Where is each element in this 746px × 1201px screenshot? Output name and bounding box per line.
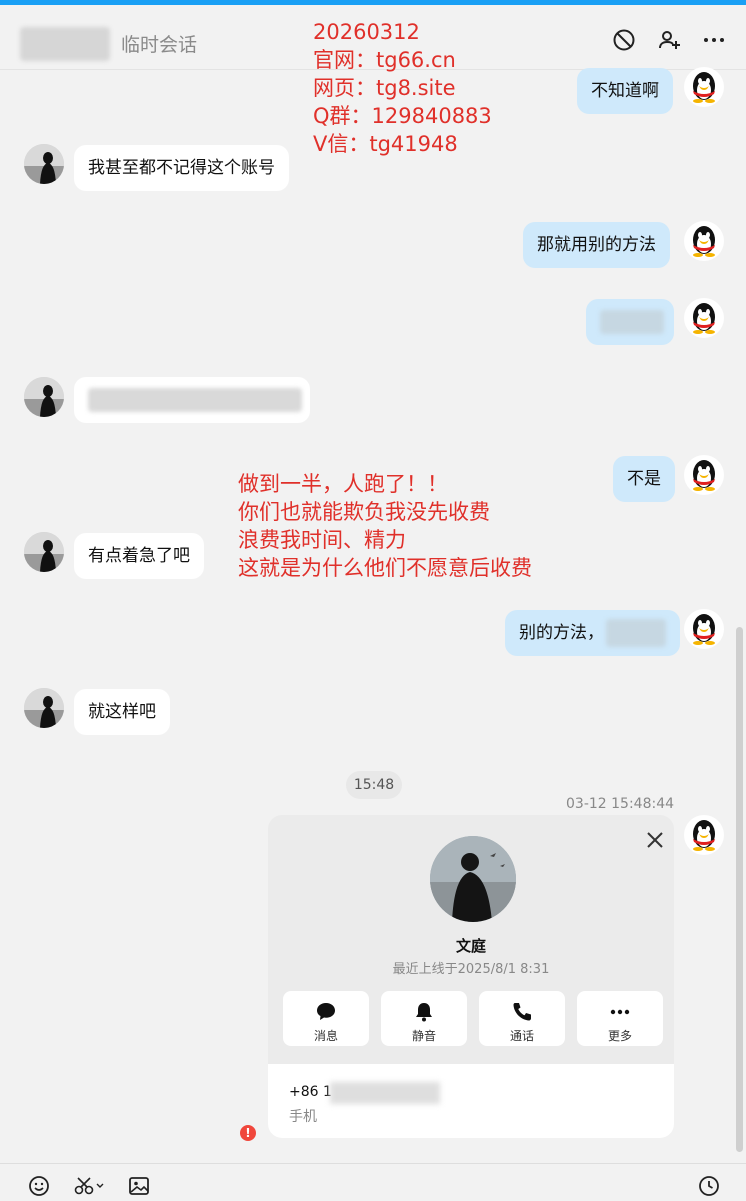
chat-bubble-icon — [283, 999, 369, 1025]
qq-penguin-avatar[interactable] — [684, 609, 724, 649]
qq-penguin-avatar[interactable] — [684, 221, 724, 261]
add-friend-icon[interactable] — [656, 27, 682, 53]
message-bubble-outgoing[interactable]: 别的方法， — [505, 610, 680, 656]
message-text: 不知道啊 — [591, 81, 659, 101]
more-options-icon[interactable] — [701, 27, 727, 53]
message-timestamp: 03-12 15:48:44 — [566, 796, 675, 812]
bell-icon — [381, 999, 467, 1025]
more-dots-icon — [577, 999, 663, 1025]
input-toolbar — [0, 1163, 746, 1201]
annotation-line: 做到一半，人跑了！！ — [238, 472, 448, 496]
scrollbar[interactable] — [736, 627, 743, 1152]
contact-phone-row[interactable]: +86 1 手机 — [268, 1064, 674, 1138]
mute-button[interactable]: 静音 — [381, 991, 467, 1046]
annotation-line: 浪费我时间、精力 — [238, 528, 406, 552]
redacted-content — [606, 619, 666, 647]
send-failed-icon[interactable]: ! — [240, 1125, 256, 1141]
watermark-line: 20260312 — [313, 20, 420, 44]
message-button[interactable]: 消息 — [283, 991, 369, 1046]
contact-avatar[interactable] — [24, 377, 64, 417]
message-bubble-outgoing-redacted[interactable] — [586, 299, 674, 345]
message-text: 不是 — [627, 469, 661, 489]
contact-avatar[interactable] — [24, 688, 64, 728]
message-text: 有点着急了吧 — [88, 546, 190, 566]
phone-number: +86 1 — [289, 1084, 332, 1100]
watermark-line: V信：tg41948 — [313, 132, 458, 156]
qq-penguin-avatar[interactable] — [684, 298, 724, 338]
watermark-line: Q群：129840883 — [313, 104, 492, 128]
call-button-label: 通话 — [509, 1029, 534, 1043]
more-button-label: 更多 — [607, 1029, 632, 1043]
time-divider: 15:48 — [346, 771, 402, 799]
contact-card-name: 文庭 — [455, 937, 486, 955]
phone-icon — [479, 999, 565, 1025]
message-bubble-incoming[interactable]: 就这样吧 — [74, 689, 170, 735]
more-button[interactable]: 更多 — [577, 991, 663, 1046]
qq-penguin-avatar[interactable] — [684, 67, 724, 107]
message-bubble-outgoing[interactable]: 不知道啊 — [577, 68, 673, 114]
contact-card[interactable]: 文庭 最近上线于2025/8/1 8:31 消息 静音 通话 更多 +86 1 … — [268, 815, 674, 1138]
call-button[interactable]: 通话 — [479, 991, 565, 1046]
phone-label: 手机 — [289, 1109, 317, 1125]
message-text: 那就用别的方法 — [537, 235, 656, 255]
message-bubble-outgoing[interactable]: 那就用别的方法 — [523, 222, 670, 268]
annotation-line: 你们也就能欺负我没先收费 — [238, 500, 490, 524]
contact-name-redacted — [20, 27, 110, 61]
message-text: 就这样吧 — [88, 702, 156, 722]
qq-penguin-avatar[interactable] — [684, 815, 724, 855]
annotation-note: 做到一半，人跑了！！ 你们也就能欺负我没先收费 浪费我时间、精力 这就是为什么他… — [238, 470, 532, 582]
qq-penguin-avatar[interactable] — [684, 455, 724, 495]
watermark-line: 网页：tg8.site — [313, 76, 456, 100]
redacted-content — [88, 388, 302, 412]
message-bubble-incoming-redacted[interactable] — [74, 377, 310, 423]
message-bubble-incoming[interactable]: 我甚至都不记得这个账号 — [74, 145, 289, 191]
emoji-icon[interactable] — [27, 1174, 51, 1198]
contact-avatar[interactable] — [24, 144, 64, 184]
contact-last-seen: 最近上线于2025/8/1 8:31 — [392, 962, 550, 977]
message-button-label: 消息 — [313, 1029, 338, 1043]
mute-button-label: 静音 — [411, 1029, 436, 1043]
redacted-content — [600, 310, 664, 334]
screenshot-scissors-icon[interactable] — [73, 1174, 107, 1198]
block-icon[interactable] — [611, 27, 637, 53]
message-text: 我甚至都不记得这个账号 — [88, 158, 275, 178]
chat-title: 临时会话 — [121, 34, 198, 56]
history-clock-icon[interactable] — [697, 1174, 721, 1198]
watermark-line: 官网：tg66.cn — [313, 48, 456, 72]
message-text: 别的方法， — [519, 623, 604, 643]
phone-number-redacted — [330, 1082, 440, 1104]
close-icon[interactable] — [645, 830, 665, 850]
message-bubble-incoming[interactable]: 有点着急了吧 — [74, 533, 204, 579]
contact-card-photo — [430, 836, 516, 922]
watermark-text: 20260312 官网：tg66.cn 网页：tg8.site Q群：12984… — [313, 18, 492, 158]
annotation-line: 这就是为什么他们不愿意后收费 — [238, 556, 532, 580]
contact-avatar[interactable] — [24, 532, 64, 572]
message-bubble-outgoing[interactable]: 不是 — [613, 456, 675, 502]
image-icon[interactable] — [127, 1174, 151, 1198]
